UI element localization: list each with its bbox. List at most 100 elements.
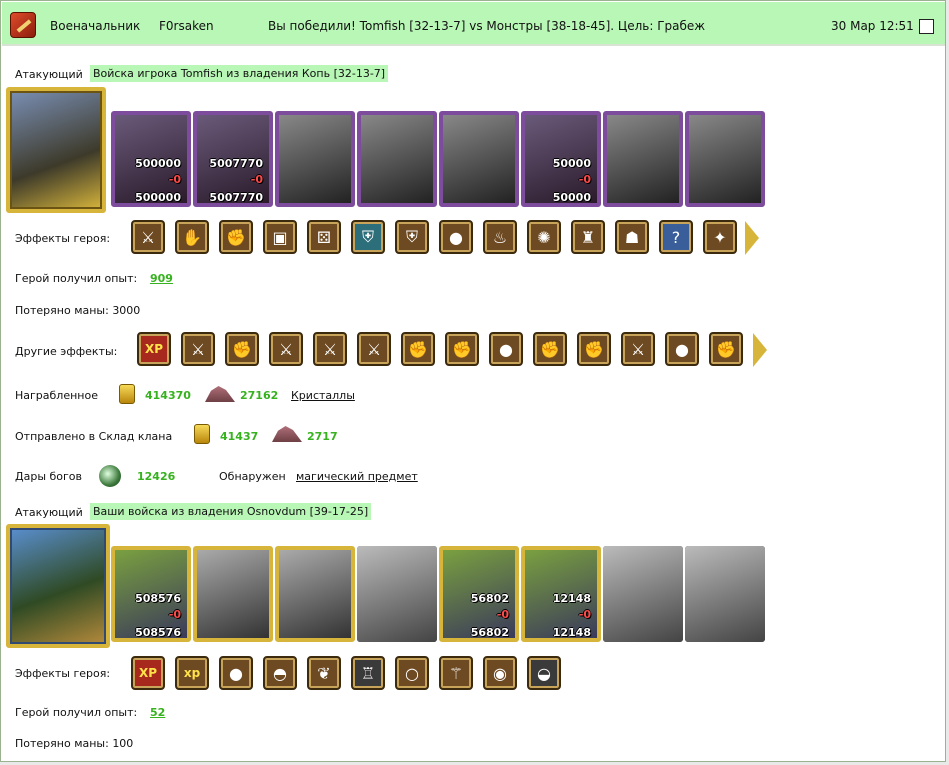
unit-count: 508576: [135, 626, 181, 639]
unit-portrait: [361, 115, 433, 203]
unit-count: 5007770: [209, 157, 263, 170]
army-unit-card[interactable]: [275, 546, 355, 642]
unit-portrait: [607, 115, 679, 203]
star-icon[interactable]: ✦: [703, 220, 737, 254]
side2-role-label: Атакующий: [15, 506, 83, 519]
fist-icon[interactable]: ✊: [709, 332, 743, 366]
army-unit-card[interactable]: [193, 546, 273, 642]
army-unit-card[interactable]: [357, 111, 437, 207]
clan-gold-value: 41437: [220, 430, 259, 443]
ring-icon[interactable]: ○: [395, 656, 429, 690]
magic-item-link[interactable]: магический предмет: [296, 470, 418, 483]
battle-report-window: Военачальник F0rsaken Вы победили! Tomfi…: [0, 0, 946, 762]
staff-icon[interactable]: ⚚: [439, 656, 473, 690]
gold-icon: [194, 424, 210, 444]
side2-mana-label: Потеряно маны: 100: [15, 737, 134, 750]
torch-icon[interactable]: ♨: [483, 220, 517, 254]
helm-dark-icon[interactable]: ◒: [527, 656, 561, 690]
sword-icon[interactable]: ⚔: [357, 332, 391, 366]
side2-xp-label: Герой получил опыт:: [15, 706, 138, 719]
gold-icon: [119, 384, 135, 404]
army-unit-card[interactable]: [603, 546, 683, 642]
scroll-right-icon[interactable]: [753, 333, 767, 367]
side2-xp-value[interactable]: 52: [150, 706, 165, 719]
question-icon[interactable]: ?: [659, 220, 693, 254]
loot-label: Награбленное: [15, 389, 98, 402]
side1-hero-portrait[interactable]: [6, 87, 106, 213]
unit-portrait: [357, 546, 437, 642]
side1-other-effects-label: Другие эффекты:: [15, 345, 118, 358]
found-label: Обнаружен: [219, 470, 286, 483]
chest-icon[interactable]: ▣: [263, 220, 297, 254]
clan-storage-label: Отправлено в Склад клана: [15, 430, 173, 443]
gifts-value: 12426: [137, 470, 176, 483]
sword-icon[interactable]: ⚔: [269, 332, 303, 366]
side1-mana-label: Потеряно маны: 3000: [15, 304, 141, 317]
xp-icon[interactable]: XP: [137, 332, 171, 366]
sword-icon[interactable]: ⚔: [181, 332, 215, 366]
shield-hand-icon[interactable]: ⛨: [395, 220, 429, 254]
side2-hero-portrait[interactable]: [6, 524, 110, 648]
mask-icon[interactable]: ☗: [615, 220, 649, 254]
army-unit-card[interactable]: [275, 111, 355, 207]
army-unit-card[interactable]: 500000 -0 500000: [111, 111, 191, 207]
army-unit-card[interactable]: [439, 111, 519, 207]
gold-bag-icon[interactable]: ●: [219, 656, 253, 690]
fist-icon[interactable]: ✊: [445, 332, 479, 366]
sword-icon[interactable]: ⚔: [313, 332, 347, 366]
unit-count: 50000: [552, 157, 591, 170]
orb-icon[interactable]: ◉: [483, 656, 517, 690]
fist-icon[interactable]: ✊: [219, 220, 253, 254]
fist-icon[interactable]: ✊: [533, 332, 567, 366]
unit-loss: -0: [250, 173, 263, 186]
army-unit-card[interactable]: [603, 111, 683, 207]
unit-loss: -0: [496, 608, 509, 621]
handshake-icon[interactable]: ✋: [175, 220, 209, 254]
army-unit-card[interactable]: 508576 -0 508576: [111, 546, 191, 642]
wings-icon[interactable]: ❦: [307, 656, 341, 690]
unit-loss: -0: [578, 173, 591, 186]
scroll-right-icon[interactable]: [745, 221, 759, 255]
side2-army-label: Ваши войска из владения Osnovdum [39-17-…: [90, 503, 372, 520]
army-unit-card[interactable]: [685, 111, 765, 207]
clan-crystals-value: 2717: [307, 430, 338, 443]
army-unit-card[interactable]: 12148 -0 12148: [521, 546, 601, 642]
army-unit-card[interactable]: 56802 -0 56802: [439, 546, 519, 642]
xp-icon[interactable]: XP: [131, 656, 165, 690]
fist-icon[interactable]: ✊: [225, 332, 259, 366]
xp-scroll-icon[interactable]: xp: [175, 656, 209, 690]
side2-hero-effects-label: Эффекты героя:: [15, 667, 111, 680]
shield-icon[interactable]: ⛨: [351, 220, 385, 254]
sword-icon[interactable]: ⚔: [131, 220, 165, 254]
army-unit-card[interactable]: [685, 546, 765, 642]
unit-loss: -0: [168, 173, 181, 186]
side1-xp-value[interactable]: 909: [150, 272, 173, 285]
armor-icon[interactable]: ♜: [571, 220, 605, 254]
unit-count: 500000: [135, 191, 181, 204]
select-checkbox[interactable]: [919, 19, 934, 34]
unit-count: 50000: [552, 191, 591, 204]
side1-army-label: Войска игрока Tomfish из владения Копь […: [90, 65, 389, 82]
fist-icon[interactable]: ✊: [401, 332, 435, 366]
army-unit-card[interactable]: [357, 546, 437, 642]
crystal-icon: [205, 386, 235, 402]
helmet-icon[interactable]: ◓: [263, 656, 297, 690]
army-unit-card[interactable]: 50000 -0 50000: [521, 111, 601, 207]
gold-bag-icon[interactable]: ●: [489, 332, 523, 366]
header-result: Вы победили! Tomfish [32-13-7] vs Монстр…: [268, 19, 706, 33]
chainmail-icon[interactable]: ♖: [351, 656, 385, 690]
dice-icon[interactable]: ⚄: [307, 220, 341, 254]
crystals-link[interactable]: Кристаллы: [291, 389, 355, 402]
gold-bag-icon[interactable]: ●: [665, 332, 699, 366]
army-unit-card[interactable]: 5007770 -0 5007770: [193, 111, 273, 207]
unit-loss: -0: [578, 608, 591, 621]
unit-count: 56802: [470, 592, 509, 605]
sun-icon[interactable]: ✺: [527, 220, 561, 254]
unit-count: 500000: [135, 157, 181, 170]
fist-icon[interactable]: ✊: [577, 332, 611, 366]
gift-orb-icon: [99, 465, 121, 487]
sword-icon[interactable]: ⚔: [621, 332, 655, 366]
unit-portrait: [685, 546, 765, 642]
gold-bag-icon[interactable]: ●: [439, 220, 473, 254]
header-player[interactable]: F0rsaken: [159, 19, 214, 33]
